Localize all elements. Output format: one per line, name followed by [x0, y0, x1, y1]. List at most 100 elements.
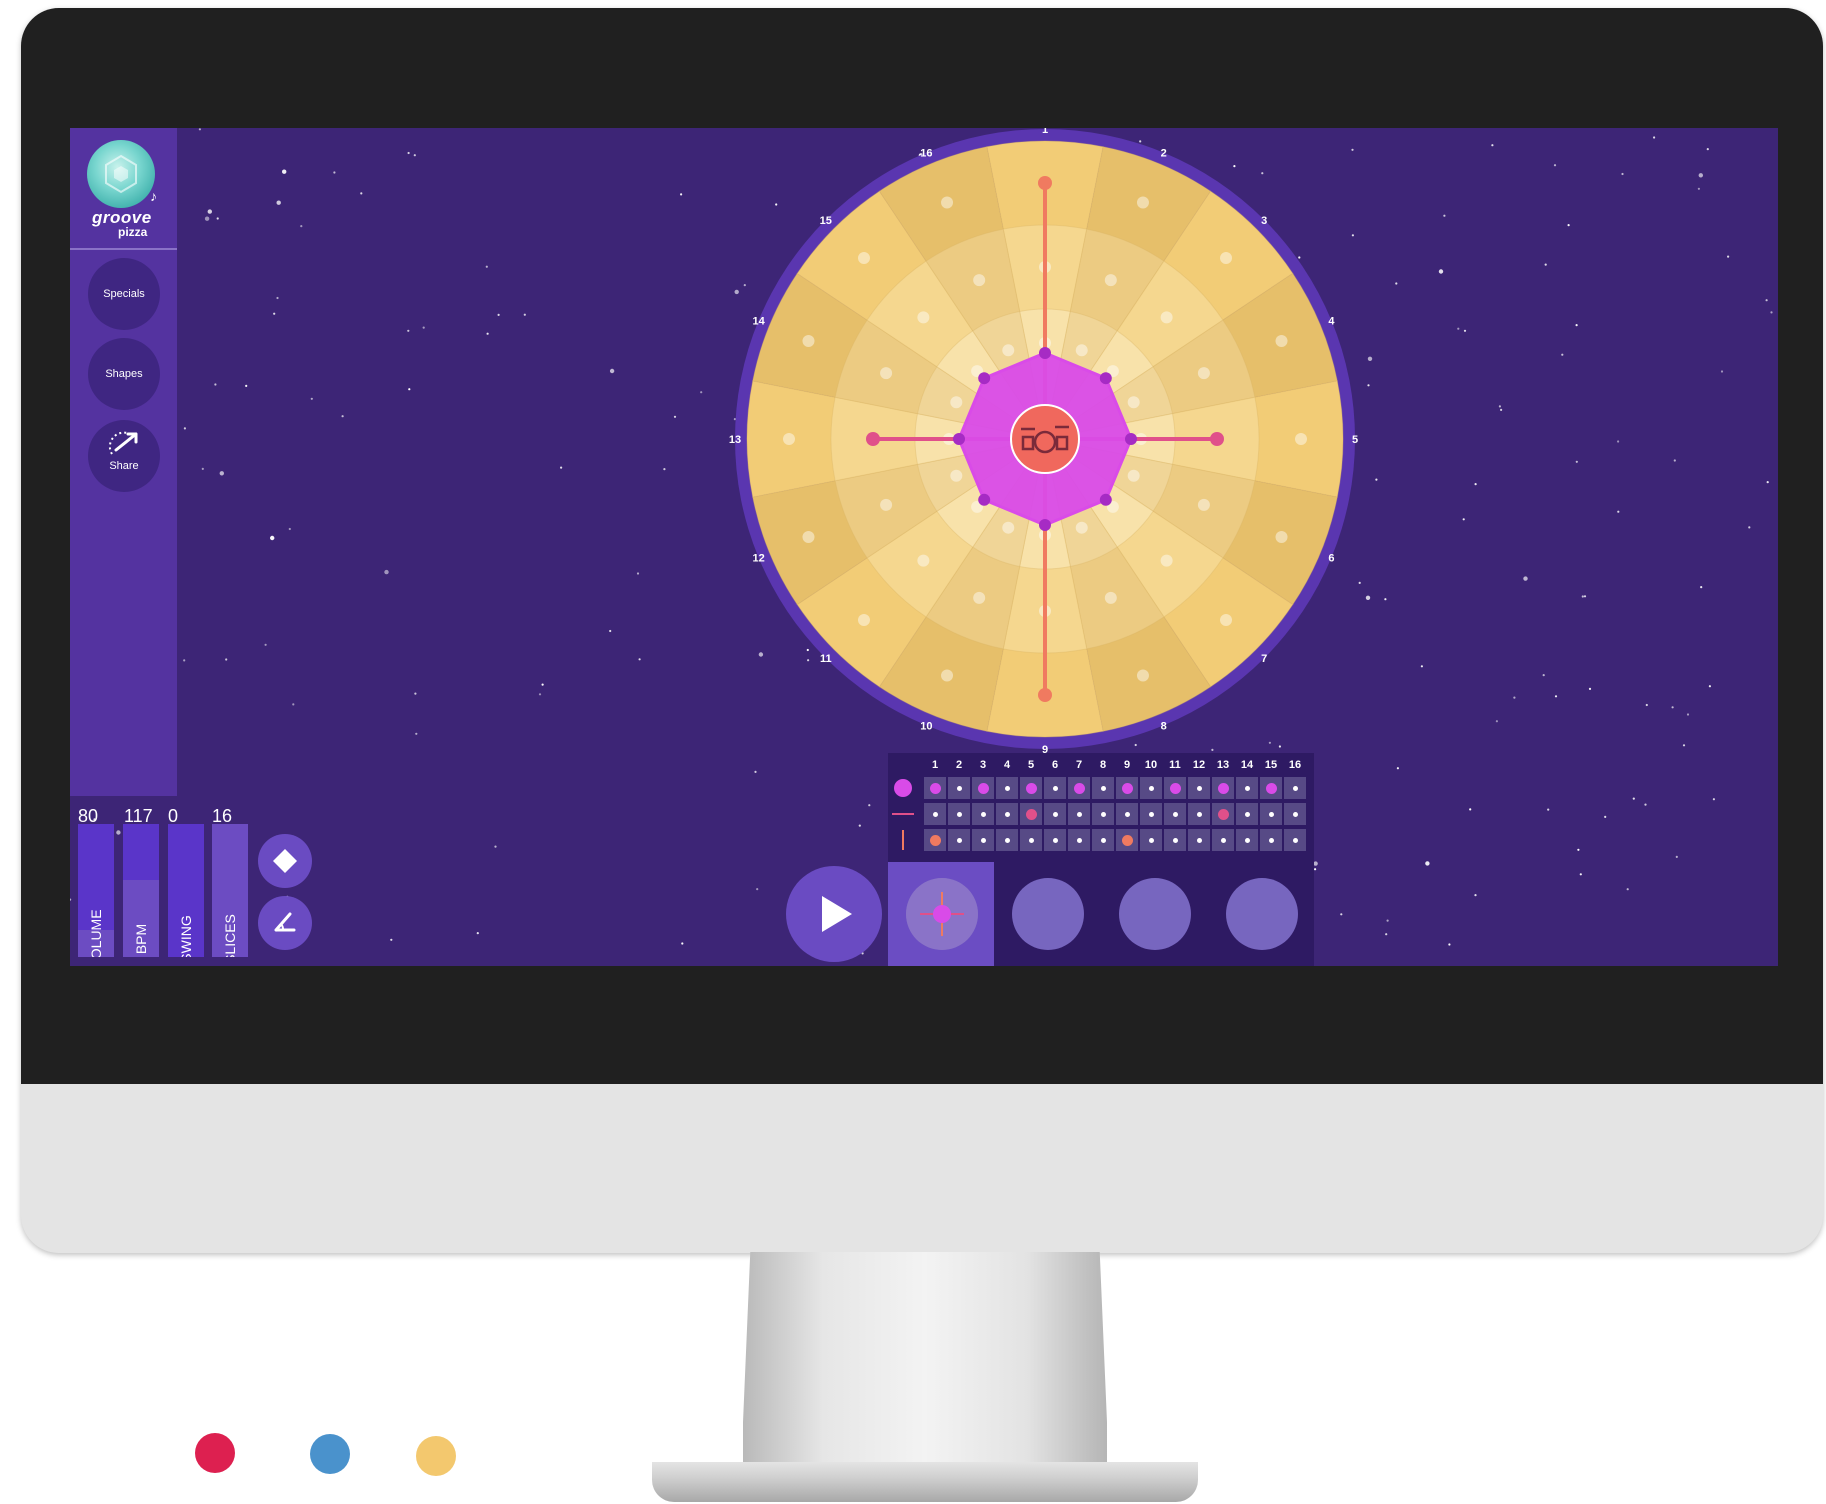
drum-kit-button[interactable]: [1010, 404, 1080, 474]
vertical-line-point[interactable]: [1038, 176, 1052, 190]
octagon-point[interactable]: [1125, 433, 1137, 445]
sequencer-cell[interactable]: [1284, 803, 1306, 825]
sequencer-cell[interactable]: [1260, 803, 1282, 825]
sequencer-cell[interactable]: [1020, 829, 1042, 851]
pattern-slot-1[interactable]: [906, 878, 978, 950]
step-marker[interactable]: [1104, 274, 1117, 287]
sequencer-cell[interactable]: [1068, 829, 1090, 851]
step-marker[interactable]: [1127, 396, 1140, 409]
slices-slider[interactable]: SLICES: [212, 824, 248, 957]
step-marker[interactable]: [1275, 530, 1288, 543]
groove-pizza[interactable]: 12345678910111213141516: [720, 128, 1370, 768]
sequencer-cell[interactable]: [1092, 803, 1114, 825]
sequencer-cell[interactable]: [1284, 829, 1306, 851]
sequencer-cell[interactable]: [1260, 777, 1282, 799]
octagon-point[interactable]: [978, 493, 991, 506]
sequencer-cell[interactable]: [972, 803, 994, 825]
step-marker[interactable]: [1160, 554, 1173, 567]
pattern-slot-3[interactable]: [1119, 878, 1191, 950]
step-marker[interactable]: [857, 251, 870, 264]
sequencer-cell[interactable]: [1188, 777, 1210, 799]
sequencer-cell[interactable]: [948, 777, 970, 799]
sequencer-cell[interactable]: [996, 777, 1018, 799]
sequencer-cell[interactable]: [1140, 803, 1162, 825]
step-marker[interactable]: [1295, 433, 1307, 445]
sequencer-cell[interactable]: [1212, 777, 1234, 799]
sequencer-cell[interactable]: [972, 777, 994, 799]
sequencer-cell[interactable]: [996, 803, 1018, 825]
step-marker[interactable]: [880, 498, 893, 511]
angle-tool-button[interactable]: [258, 896, 312, 950]
step-marker[interactable]: [950, 469, 963, 482]
share-button[interactable]: Share: [88, 420, 160, 492]
octagon-point[interactable]: [1039, 347, 1051, 359]
sequencer-cell[interactable]: [1212, 829, 1234, 851]
sequencer-cell[interactable]: [996, 829, 1018, 851]
octagon-point[interactable]: [953, 433, 965, 445]
shapes-button[interactable]: Shapes: [88, 338, 160, 410]
step-marker[interactable]: [917, 554, 930, 567]
step-marker[interactable]: [802, 335, 815, 348]
step-marker[interactable]: [950, 396, 963, 409]
step-marker[interactable]: [1197, 367, 1210, 380]
sequencer-cell[interactable]: [1044, 777, 1066, 799]
sequencer-cell[interactable]: [1164, 777, 1186, 799]
vertical-line-icon[interactable]: [902, 830, 904, 850]
step-marker[interactable]: [1220, 614, 1233, 627]
sequencer-cell[interactable]: [1116, 829, 1138, 851]
sequencer-cell[interactable]: [1116, 803, 1138, 825]
step-marker[interactable]: [941, 196, 954, 209]
sequencer-cell[interactable]: [1068, 777, 1090, 799]
sequencer-cell[interactable]: [924, 829, 946, 851]
octagon-point[interactable]: [978, 372, 991, 385]
step-marker[interactable]: [917, 311, 930, 324]
step-marker[interactable]: [1136, 669, 1149, 682]
octagon-point[interactable]: [1099, 372, 1112, 385]
horizontal-line-point[interactable]: [866, 432, 880, 446]
sequencer-cell[interactable]: [1188, 829, 1210, 851]
sequencer-cell[interactable]: [1092, 829, 1114, 851]
octagon-point[interactable]: [1039, 519, 1051, 531]
diamond-tool-button[interactable]: [258, 834, 312, 888]
step-marker[interactable]: [802, 530, 815, 543]
sequencer-cell[interactable]: [1188, 803, 1210, 825]
sequencer-cell[interactable]: [1236, 803, 1258, 825]
sequencer-cell[interactable]: [948, 829, 970, 851]
specials-button[interactable]: Specials: [88, 258, 160, 330]
step-marker[interactable]: [857, 614, 870, 627]
step-marker[interactable]: [1127, 469, 1140, 482]
step-marker[interactable]: [973, 274, 986, 287]
step-marker[interactable]: [1075, 521, 1088, 534]
sequencer-cell[interactable]: [1260, 829, 1282, 851]
step-marker[interactable]: [1160, 311, 1173, 324]
step-marker[interactable]: [941, 669, 954, 682]
sequencer-cell[interactable]: [1068, 803, 1090, 825]
sequencer-cell[interactable]: [1092, 777, 1114, 799]
horizontal-line-point[interactable]: [1210, 432, 1224, 446]
sequencer-cell[interactable]: [1020, 803, 1042, 825]
vertical-line-point[interactable]: [1038, 688, 1052, 702]
sequencer-cell[interactable]: [924, 777, 946, 799]
sequencer-cell[interactable]: [972, 829, 994, 851]
bpm-slider[interactable]: BPM: [123, 824, 159, 957]
step-marker[interactable]: [973, 591, 986, 604]
sequencer-cell[interactable]: [924, 803, 946, 825]
sequencer-cell[interactable]: [1236, 829, 1258, 851]
pattern-slot-4[interactable]: [1226, 878, 1298, 950]
sequencer-cell[interactable]: [1140, 829, 1162, 851]
sequencer-cell[interactable]: [1140, 777, 1162, 799]
sequencer-cell[interactable]: [1044, 803, 1066, 825]
play-button[interactable]: [786, 866, 882, 962]
step-marker[interactable]: [1002, 521, 1015, 534]
sequencer-cell[interactable]: [1164, 803, 1186, 825]
sequencer-cell[interactable]: [1284, 777, 1306, 799]
sequencer-cell[interactable]: [1116, 777, 1138, 799]
step-marker[interactable]: [1136, 196, 1149, 209]
octagon-icon[interactable]: [894, 779, 912, 797]
step-marker[interactable]: [1104, 591, 1117, 604]
sequencer-cell[interactable]: [1044, 829, 1066, 851]
step-marker[interactable]: [783, 433, 795, 445]
octagon-point[interactable]: [1099, 493, 1112, 506]
step-marker[interactable]: [1197, 498, 1210, 511]
step-marker[interactable]: [1002, 344, 1015, 357]
